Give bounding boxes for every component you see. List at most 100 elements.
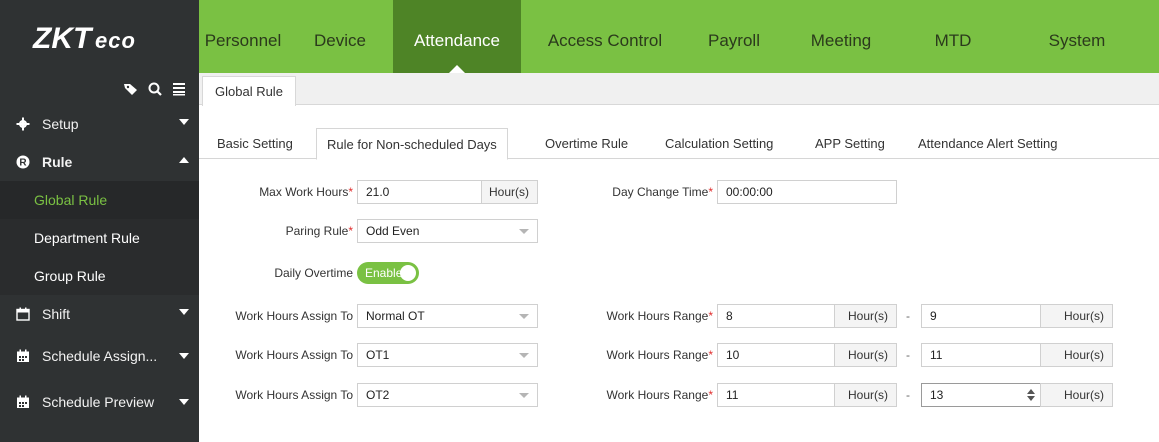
- svg-text:R: R: [19, 158, 27, 169]
- chevron-down-icon: [519, 314, 529, 319]
- chevron-down-icon: [519, 229, 529, 234]
- work-hours-range-from-input[interactable]: 10: [717, 343, 835, 367]
- select-value: Normal OT: [366, 309, 425, 323]
- sub-tab-bar: Basic Setting Rule for Non-scheduled Day…: [199, 128, 1159, 160]
- caret-down-icon: [179, 399, 189, 405]
- toggle-state-text: Enable: [365, 266, 403, 280]
- range-dash: -: [906, 309, 910, 323]
- range-to-unit: Hour(s): [1040, 343, 1113, 367]
- sidebar-group-label: Shift: [42, 306, 71, 322]
- calendar-icon: [14, 307, 32, 321]
- sidebar-group-schedule-preview[interactable]: Schedule Preview: [0, 379, 199, 425]
- work-hours-assign-select[interactable]: OT2: [357, 383, 538, 407]
- tab-attendance-alert-setting[interactable]: Attendance Alert Setting: [918, 128, 1057, 159]
- sidebar-group-setup[interactable]: Setup: [0, 105, 199, 143]
- sidebar-group-shift[interactable]: Shift: [0, 295, 199, 333]
- chevron-down-icon: [519, 393, 529, 398]
- svg-text:ZKT: ZKT: [32, 22, 94, 55]
- work-hours-assign-label: Work Hours Assign To: [235, 309, 353, 323]
- work-hours-assign-label: Work Hours Assign To: [235, 388, 353, 402]
- sidebar: Setup R Rule Global Rule Department Rule…: [0, 73, 199, 442]
- input-value: 13: [930, 388, 944, 402]
- nav-access-control[interactable]: Access Control: [521, 0, 689, 73]
- paring-rule-select[interactable]: Odd Even: [357, 219, 538, 243]
- menu-list-icon[interactable]: [171, 81, 187, 97]
- label-text: Max Work Hours: [259, 185, 349, 199]
- logo[interactable]: ZKT eco: [0, 0, 199, 73]
- work-hours-range-to-input[interactable]: 9: [921, 304, 1041, 328]
- select-value: OT2: [366, 388, 390, 402]
- calendar-grid-icon: [14, 395, 32, 409]
- tab-overtime-rule[interactable]: Overtime Rule: [545, 128, 628, 159]
- svg-text:eco: eco: [95, 28, 136, 53]
- max-work-hours-unit: Hour(s): [481, 180, 538, 204]
- select-value: OT1: [366, 348, 390, 362]
- main-content: Global Rule Basic Setting Rule for Non-s…: [199, 73, 1159, 442]
- sidebar-group-label: Schedule Assign...: [42, 348, 158, 364]
- tab-rule-non-scheduled-days[interactable]: Rule for Non-scheduled Days: [316, 128, 508, 160]
- caret-down-icon: [179, 353, 189, 359]
- label-text: Paring Rule: [285, 224, 349, 238]
- max-work-hours-input[interactable]: 21.0: [357, 180, 482, 204]
- day-change-time-label: Day Change Time*: [579, 180, 713, 204]
- nav-personnel[interactable]: Personnel: [199, 0, 287, 73]
- gear-icon: [14, 117, 32, 131]
- paring-rule-label: Paring Rule*: [229, 219, 353, 243]
- work-hours-assign-select[interactable]: OT1: [357, 343, 538, 367]
- tab-app-setting[interactable]: APP Setting: [815, 128, 885, 159]
- required-mark: *: [348, 185, 353, 199]
- select-value: Odd Even: [366, 224, 420, 238]
- max-work-hours-label: Max Work Hours*: [229, 180, 353, 204]
- nav-system[interactable]: System: [1003, 0, 1151, 73]
- required-mark: *: [708, 348, 713, 362]
- search-icon[interactable]: [147, 81, 163, 97]
- nav-meeting[interactable]: Meeting: [779, 0, 903, 73]
- work-hours-assign-select[interactable]: Normal OT: [357, 304, 538, 328]
- tab-calculation-setting[interactable]: Calculation Setting: [665, 128, 773, 159]
- sidebar-tools: [0, 73, 199, 105]
- caret-up-icon: [179, 157, 189, 163]
- work-hours-range-to-input[interactable]: 11: [921, 343, 1041, 367]
- sidebar-group-schedule-assign[interactable]: Schedule Assign...: [0, 333, 199, 379]
- required-mark: *: [708, 185, 713, 199]
- sidebar-item-department-rule[interactable]: Department Rule: [0, 219, 199, 257]
- sidebar-group-label: Setup: [42, 116, 79, 132]
- label-text: Work Hours Range: [606, 348, 709, 362]
- range-to-unit: Hour(s): [1040, 304, 1113, 328]
- top-bar: ZKT eco Personnel Device Attendance Acce…: [0, 0, 1159, 73]
- range-dash: -: [906, 388, 910, 402]
- range-from-unit: Hour(s): [834, 304, 897, 328]
- day-change-time-input[interactable]: 00:00:00: [717, 180, 897, 204]
- range-dash: -: [906, 348, 910, 362]
- sidebar-item-global-rule[interactable]: Global Rule: [0, 181, 199, 219]
- tab-global-rule[interactable]: Global Rule: [202, 76, 296, 106]
- daily-overtime-label: Daily Overtime: [274, 266, 353, 280]
- nav-mtd[interactable]: MTD: [903, 0, 1003, 73]
- nav-attendance[interactable]: Attendance: [393, 0, 521, 73]
- label-text: Work Hours Range: [606, 309, 709, 323]
- tag-icon[interactable]: [123, 81, 139, 97]
- work-hours-range-from-input[interactable]: 11: [717, 383, 835, 407]
- sidebar-group-label: Rule: [42, 154, 73, 170]
- nav-payroll[interactable]: Payroll: [689, 0, 779, 73]
- tab-basic-setting[interactable]: Basic Setting: [217, 128, 293, 159]
- label-text: Work Hours Range: [606, 388, 709, 402]
- range-from-unit: Hour(s): [834, 343, 897, 367]
- work-hours-range-from-input[interactable]: 8: [717, 304, 835, 328]
- range-from-unit: Hour(s): [834, 383, 897, 407]
- chevron-down-icon: [519, 353, 529, 358]
- daily-overtime-toggle[interactable]: Enable: [357, 262, 419, 284]
- work-hours-range-label: Work Hours Range*: [579, 343, 714, 367]
- spinner-arrows-icon[interactable]: [1026, 388, 1036, 402]
- range-to-unit: Hour(s): [1040, 383, 1113, 407]
- sidebar-item-group-rule[interactable]: Group Rule: [0, 257, 199, 295]
- sidebar-group-label: Schedule Preview: [42, 394, 155, 410]
- work-hours-range-to-input[interactable]: 13: [921, 383, 1041, 407]
- main-nav: Personnel Device Attendance Access Contr…: [199, 0, 1151, 73]
- label-text: Day Change Time: [612, 185, 709, 199]
- work-hours-range-label: Work Hours Range*: [579, 304, 714, 328]
- required-mark: *: [348, 224, 353, 238]
- nav-device[interactable]: Device: [287, 0, 393, 73]
- work-hours-range-label: Work Hours Range*: [579, 383, 714, 407]
- sidebar-group-rule[interactable]: R Rule: [0, 143, 199, 181]
